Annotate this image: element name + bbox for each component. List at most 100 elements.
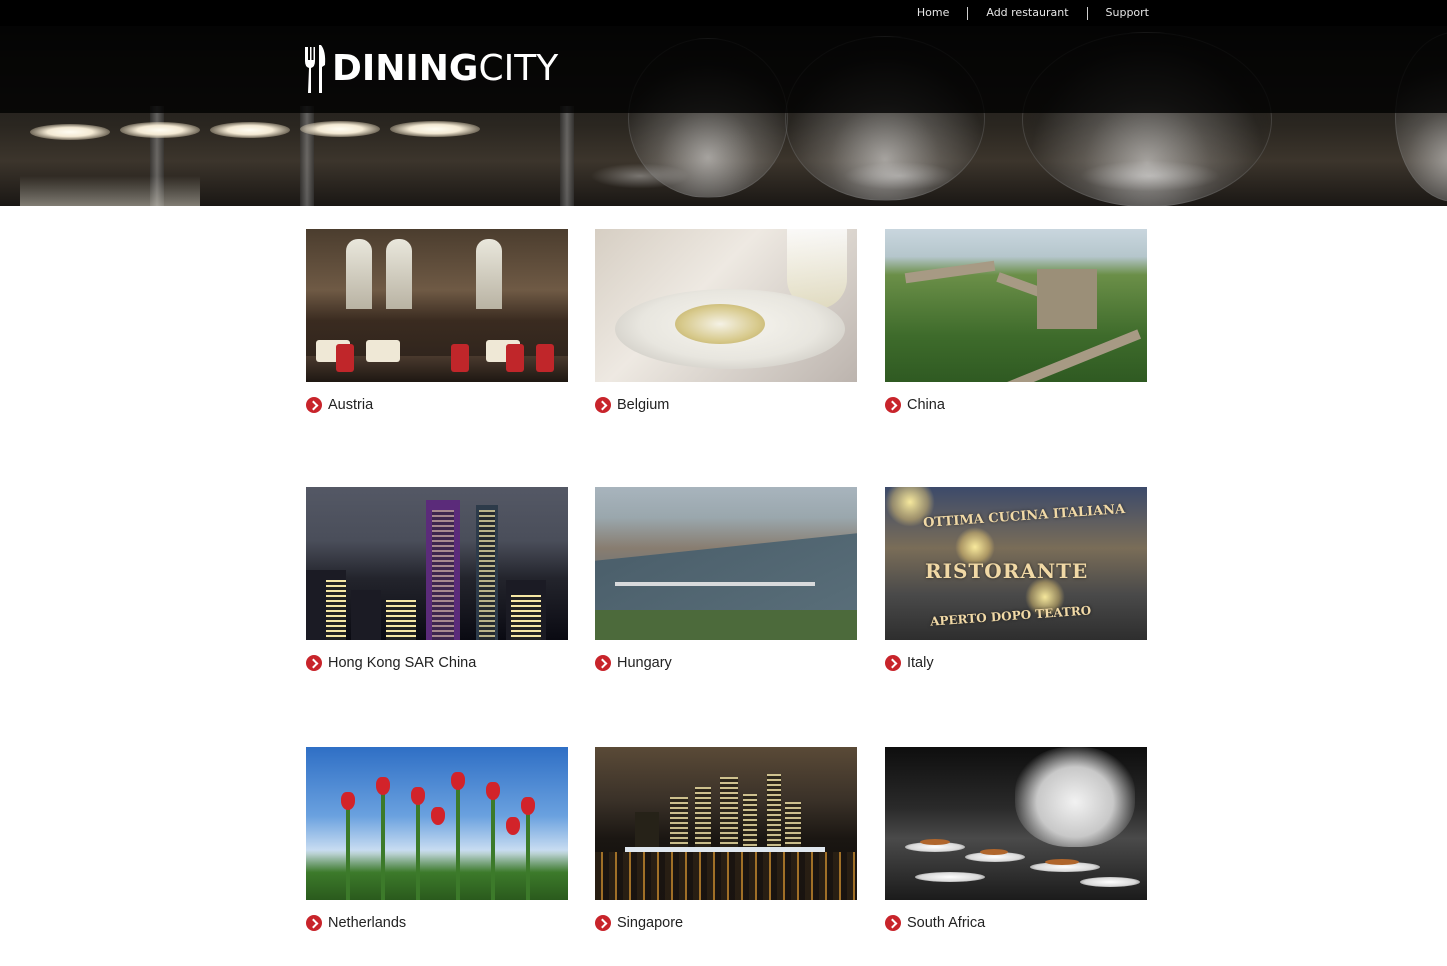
country-photo-south-africa[interactable] bbox=[885, 747, 1147, 900]
country-name: Belgium bbox=[617, 397, 670, 413]
country-link-italy[interactable]: Italy bbox=[885, 654, 1147, 672]
country-photo-china[interactable] bbox=[885, 229, 1147, 382]
banner-lamp bbox=[120, 122, 200, 138]
photo-building bbox=[635, 812, 659, 852]
photo-dish bbox=[1080, 877, 1140, 887]
logo-word-dining: DINING bbox=[332, 48, 479, 89]
photo-tulip bbox=[506, 817, 520, 835]
banner-pillar bbox=[300, 106, 314, 206]
arrow-right-circle-icon bbox=[595, 655, 611, 671]
country-link-netherlands[interactable]: Netherlands bbox=[306, 914, 568, 932]
country-name: Hong Kong SAR China bbox=[328, 655, 477, 671]
banner-lamp bbox=[300, 121, 380, 137]
photo-tulip bbox=[341, 792, 355, 810]
arrow-right-circle-icon bbox=[306, 655, 322, 671]
top-nav-links: Home Add restaurant Support bbox=[899, 0, 1149, 26]
photo-chair bbox=[336, 344, 354, 372]
nav-link-home[interactable]: Home bbox=[899, 6, 967, 20]
photo-stem bbox=[526, 810, 530, 900]
photo-sauce bbox=[920, 839, 950, 845]
photo-water bbox=[595, 852, 857, 900]
photo-tulip bbox=[411, 787, 425, 805]
photo-building-lights bbox=[326, 580, 346, 640]
photo-building-lights bbox=[386, 600, 416, 640]
photo-building-lights bbox=[511, 595, 541, 640]
arrow-right-circle-icon bbox=[595, 915, 611, 931]
photo-great-wall bbox=[904, 260, 996, 284]
photo-stem bbox=[346, 805, 350, 900]
photo-table bbox=[366, 340, 400, 362]
photo-building-lights bbox=[432, 510, 454, 640]
fork-knife-logo-icon bbox=[305, 45, 326, 93]
country-link-south-africa[interactable]: South Africa bbox=[885, 914, 1147, 932]
photo-stem bbox=[491, 795, 495, 900]
country-name: China bbox=[907, 397, 945, 413]
country-photo-belgium[interactable] bbox=[595, 229, 857, 382]
arrow-right-circle-icon bbox=[306, 915, 322, 931]
country-photo-netherlands[interactable] bbox=[306, 747, 568, 900]
country-name: Hungary bbox=[617, 655, 672, 671]
photo-watchtower bbox=[1037, 269, 1097, 329]
country-link-belgium[interactable]: Belgium bbox=[595, 396, 857, 414]
photo-building-lights bbox=[695, 787, 711, 852]
photo-building-lights bbox=[785, 802, 801, 852]
photo-chair bbox=[536, 344, 554, 372]
nav-link-add-restaurant[interactable]: Add restaurant bbox=[968, 6, 1086, 20]
country-card-china: China bbox=[885, 229, 1147, 414]
photo-tulip bbox=[431, 807, 445, 825]
country-link-austria[interactable]: Austria bbox=[306, 396, 568, 414]
country-link-hungary[interactable]: Hungary bbox=[595, 654, 857, 672]
photo-tulip bbox=[376, 777, 390, 795]
country-name: Netherlands bbox=[328, 915, 407, 931]
photo-great-wall bbox=[988, 329, 1142, 382]
country-card-hong-kong: Hong Kong SAR China bbox=[306, 487, 568, 672]
arrow-right-circle-icon bbox=[885, 655, 901, 671]
photo-building bbox=[351, 590, 381, 640]
country-name: Austria bbox=[328, 397, 374, 413]
country-link-china[interactable]: China bbox=[885, 396, 1147, 414]
photo-building-lights bbox=[670, 797, 688, 852]
logo-wordmark: DININGCITY bbox=[332, 43, 558, 95]
arrow-right-circle-icon bbox=[885, 397, 901, 413]
banner-lamp bbox=[30, 124, 110, 140]
country-photo-hong-kong[interactable] bbox=[306, 487, 568, 640]
photo-sauce bbox=[980, 849, 1008, 855]
photo-building-lights bbox=[720, 777, 738, 852]
country-card-singapore: Singapore bbox=[595, 747, 857, 932]
photo-sign-line3: APERTO DOPO TEATRO bbox=[929, 603, 1092, 629]
photo-window bbox=[476, 239, 502, 309]
nav-link-support[interactable]: Support bbox=[1088, 6, 1149, 20]
country-name: South Africa bbox=[907, 915, 986, 931]
photo-food bbox=[675, 304, 765, 344]
country-photo-italy[interactable]: OTTIMA CUCINA ITALIANA RISTORANTE APERTO… bbox=[885, 487, 1147, 640]
photo-dish bbox=[915, 872, 985, 882]
photo-window bbox=[346, 239, 372, 309]
banner-lamp bbox=[390, 121, 480, 137]
country-link-hong-kong[interactable]: Hong Kong SAR China bbox=[306, 654, 568, 672]
photo-chair bbox=[451, 344, 469, 372]
photo-riverbank bbox=[595, 610, 857, 640]
banner-lamp bbox=[210, 122, 290, 138]
country-photo-hungary[interactable] bbox=[595, 487, 857, 640]
country-link-singapore[interactable]: Singapore bbox=[595, 914, 857, 932]
photo-chair bbox=[506, 344, 524, 372]
country-photo-austria[interactable] bbox=[306, 229, 568, 382]
country-card-belgium: Belgium bbox=[595, 229, 857, 414]
hero-banner: DININGCITY bbox=[0, 26, 1447, 206]
photo-building-lights bbox=[743, 794, 757, 852]
dining-city-logo[interactable]: DININGCITY bbox=[302, 43, 558, 95]
photo-building-lights bbox=[767, 774, 781, 852]
logo-word-city: CITY bbox=[478, 48, 559, 89]
photo-window bbox=[386, 239, 412, 309]
photo-sign-line2: RISTORANTE bbox=[925, 559, 1089, 583]
arrow-right-circle-icon bbox=[885, 915, 901, 931]
banner-table bbox=[20, 176, 200, 206]
arrow-right-circle-icon bbox=[306, 397, 322, 413]
country-card-south-africa: South Africa bbox=[885, 747, 1147, 932]
country-photo-singapore[interactable] bbox=[595, 747, 857, 900]
photo-stem bbox=[456, 785, 460, 900]
photo-sauce bbox=[1045, 859, 1079, 865]
photo-stem bbox=[416, 800, 420, 900]
photo-sign-line1: OTTIMA CUCINA ITALIANA bbox=[922, 501, 1126, 532]
country-card-italy: OTTIMA CUCINA ITALIANA RISTORANTE APERTO… bbox=[885, 487, 1147, 672]
